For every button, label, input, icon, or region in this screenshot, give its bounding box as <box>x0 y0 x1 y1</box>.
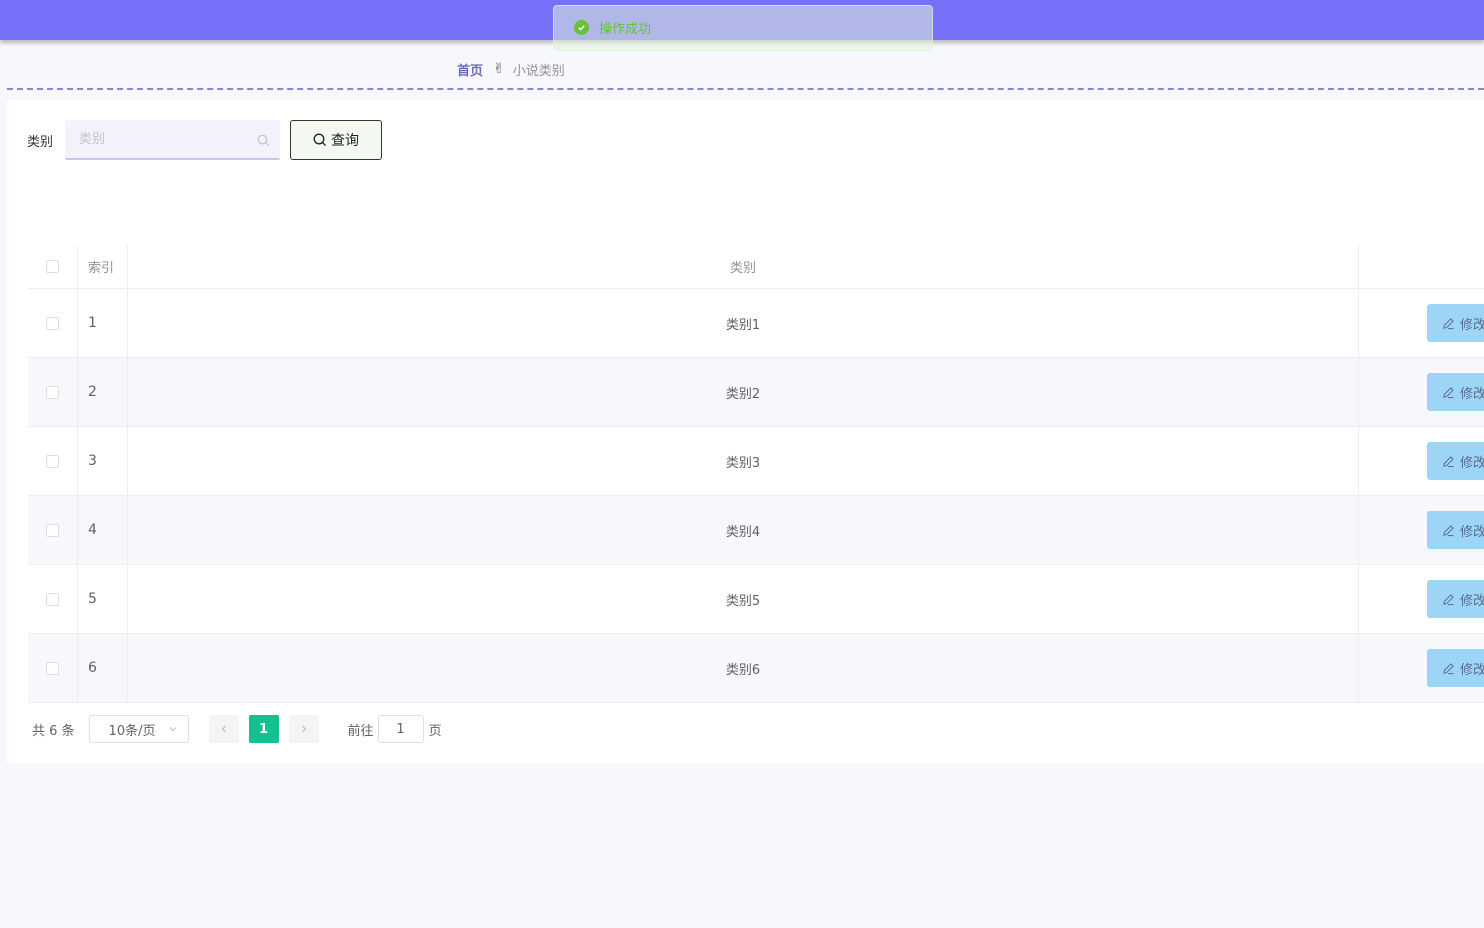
row-index: 5 <box>78 565 128 633</box>
page-number-current[interactable]: 1 <box>248 715 279 743</box>
chevron-down-icon <box>169 727 176 732</box>
table-row: 6 类别6 修改 <box>28 634 1484 703</box>
search-icon <box>257 132 270 151</box>
edit-icon <box>1443 317 1454 329</box>
category-search-input[interactable] <box>65 120 281 158</box>
row-index: 1 <box>78 289 128 357</box>
check-circle-icon <box>574 19 589 35</box>
table-row: 3 类别3 修改 <box>28 427 1484 496</box>
table-row: 1 类别1 修改 <box>28 289 1484 358</box>
edit-icon <box>1443 593 1454 605</box>
pagination-total: 共 6 条 <box>32 723 75 739</box>
row-checkbox[interactable] <box>46 454 59 468</box>
table-row: 5 类别5 修改 <box>28 565 1484 634</box>
table-row: 4 类别4 修改 <box>28 496 1484 565</box>
prev-page-button[interactable] <box>208 715 239 743</box>
header-checkbox-cell <box>28 245 78 288</box>
row-checkbox[interactable] <box>46 592 59 606</box>
goto-page-input[interactable] <box>380 721 421 737</box>
page-size-select[interactable]: 10条/页 <box>88 715 189 743</box>
row-category: 类别5 <box>128 565 1359 633</box>
goto-page-field[interactable] <box>377 715 424 743</box>
toast-message: 操作成功 <box>599 21 652 37</box>
query-button[interactable]: 查询 <box>290 120 383 160</box>
search-icon <box>313 133 327 147</box>
chevron-left-icon <box>221 725 226 733</box>
query-button-label: 查询 <box>331 133 360 149</box>
row-category: 类别2 <box>128 358 1359 426</box>
table-row: 2 类别2 修改 <box>28 358 1484 427</box>
column-header-actions <box>1359 245 1484 288</box>
edit-button[interactable]: 修改 <box>1427 442 1484 480</box>
edit-icon <box>1443 524 1454 536</box>
edit-button-label: 修改 <box>1460 593 1484 609</box>
edit-button-label: 修改 <box>1460 386 1484 402</box>
breadcrumb-home-link[interactable]: 首页 <box>457 60 483 79</box>
edit-icon <box>1443 455 1454 467</box>
edit-button[interactable]: 修改 <box>1427 649 1484 687</box>
chevron-right-icon <box>301 725 306 733</box>
edit-button-label: 修改 <box>1460 455 1484 471</box>
breadcrumb: 首页 ✌ 小说类别 <box>457 60 565 79</box>
row-checkbox[interactable] <box>46 523 59 537</box>
edit-button[interactable]: 修改 <box>1427 511 1484 549</box>
dashed-divider <box>7 88 1484 90</box>
page-suffix: 页 <box>428 723 442 739</box>
edit-button-label: 修改 <box>1460 662 1484 678</box>
edit-button[interactable]: 修改 <box>1427 373 1484 411</box>
edit-icon <box>1443 386 1454 398</box>
goto-label: 前往 <box>347 723 374 739</box>
row-index: 4 <box>78 496 128 564</box>
column-header-index: 索引 <box>78 245 128 288</box>
content-card: 类别 查询 索引 类别 1 类别1 修改 <box>7 100 1484 763</box>
edit-button[interactable]: 修改 <box>1427 304 1484 342</box>
edit-button-label: 修改 <box>1460 524 1484 540</box>
category-table: 索引 类别 1 类别1 修改 2 类别2 修改 3 类别3 修改 4 类别4 修… <box>28 245 1484 703</box>
success-toast: 操作成功 <box>553 5 933 51</box>
search-form: 类别 查询 <box>27 120 383 160</box>
edit-icon <box>1443 662 1454 674</box>
row-index: 3 <box>78 427 128 495</box>
breadcrumb-current: 小说类别 <box>512 63 565 79</box>
row-category: 类别1 <box>128 289 1359 357</box>
select-all-checkbox[interactable] <box>46 260 59 273</box>
next-page-button[interactable] <box>288 715 319 743</box>
search-label: 类别 <box>27 134 54 150</box>
victory-hand-icon: ✌ <box>493 61 505 77</box>
row-checkbox[interactable] <box>46 316 59 330</box>
category-search-field[interactable] <box>65 120 281 160</box>
row-category: 类别6 <box>128 634 1359 702</box>
row-category: 类别4 <box>128 496 1359 564</box>
pagination: 共 6 条 10条/页 1 前往 页 <box>32 715 442 743</box>
row-checkbox[interactable] <box>46 661 59 675</box>
row-index: 2 <box>78 358 128 426</box>
row-category: 类别3 <box>128 427 1359 495</box>
row-checkbox[interactable] <box>46 385 59 399</box>
row-index: 6 <box>78 634 128 702</box>
table-header: 索引 类别 <box>28 245 1484 289</box>
page-size-value: 10条/页 <box>108 723 156 739</box>
edit-button[interactable]: 修改 <box>1427 580 1484 618</box>
column-header-category: 类别 <box>128 245 1359 288</box>
edit-button-label: 修改 <box>1460 317 1484 333</box>
